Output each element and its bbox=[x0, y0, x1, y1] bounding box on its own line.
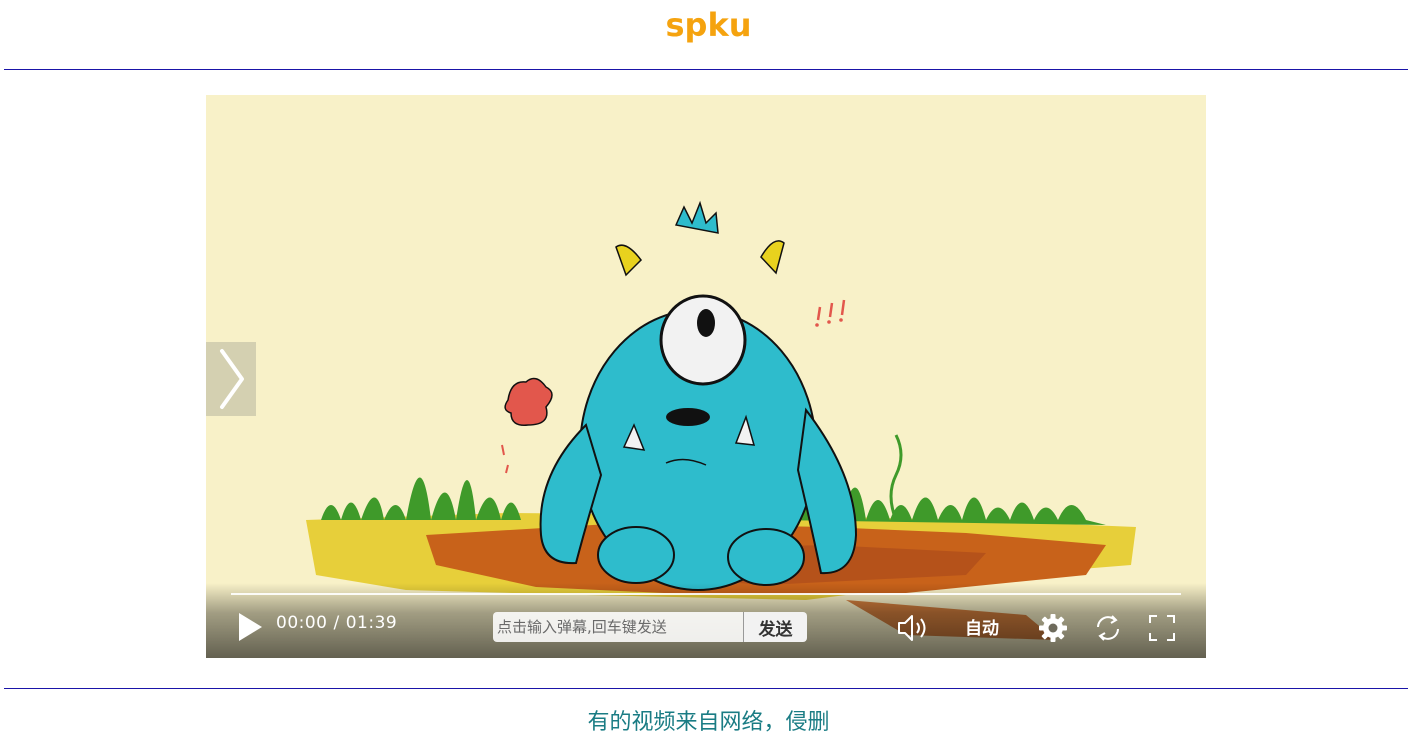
chevron-right-icon bbox=[220, 349, 244, 409]
header-divider bbox=[4, 69, 1408, 70]
quality-selector[interactable]: 自动 bbox=[965, 614, 999, 639]
volume-icon[interactable] bbox=[896, 613, 930, 643]
control-bar: 00:00/01:39 发送 自动 bbox=[206, 583, 1206, 658]
site-title: spku bbox=[665, 6, 752, 44]
time-display: 00:00/01:39 bbox=[276, 613, 397, 633]
fullscreen-icon[interactable] bbox=[1147, 613, 1177, 643]
play-icon[interactable] bbox=[236, 611, 264, 643]
send-button[interactable]: 发送 bbox=[743, 612, 807, 642]
footer-divider bbox=[4, 688, 1408, 689]
footer-note: 有的视频来自网络，侵删 bbox=[587, 710, 830, 735]
current-time: 00:00 bbox=[276, 613, 328, 633]
time-separator: / bbox=[333, 613, 340, 633]
next-video-button[interactable] bbox=[206, 342, 256, 416]
video-player[interactable]: 00:00/01:39 发送 自动 bbox=[206, 95, 1206, 658]
duration: 01:39 bbox=[345, 613, 398, 633]
video-frame bbox=[206, 95, 1206, 658]
loop-icon[interactable] bbox=[1093, 613, 1123, 643]
danmaku-input[interactable] bbox=[493, 612, 743, 642]
progress-bar[interactable] bbox=[231, 593, 1181, 595]
gear-icon[interactable] bbox=[1038, 613, 1068, 643]
